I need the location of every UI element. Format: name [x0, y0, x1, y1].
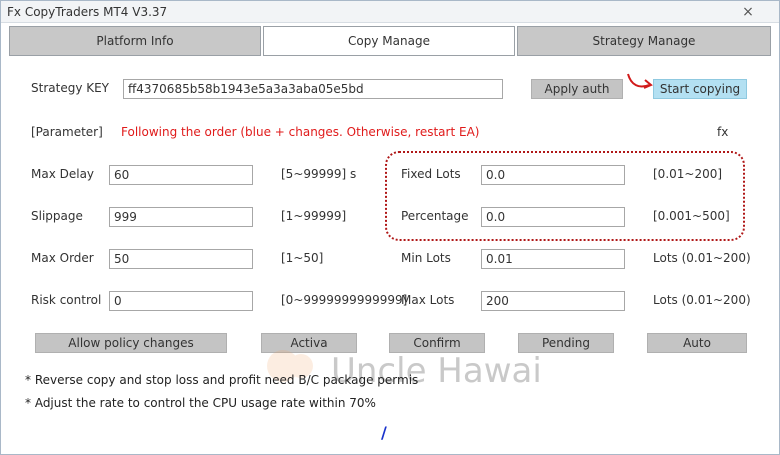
max-lots-input[interactable]: 200 — [481, 291, 625, 311]
max-order-range: [1~50] — [281, 251, 324, 265]
max-lots-range: Lots (0.01~200) — [653, 293, 751, 307]
slippage-label: Slippage — [31, 209, 83, 223]
fixed-lots-input[interactable]: 0.0 — [481, 165, 625, 185]
app-window: Fx CopyTraders MT4 V3.37 × Platform Info… — [0, 0, 780, 455]
parameter-warning: Following the order (blue + changes. Oth… — [121, 125, 480, 139]
tab-strategy-manage[interactable]: Strategy Manage — [517, 26, 771, 56]
apply-auth-button[interactable]: Apply auth — [531, 79, 623, 99]
max-lots-label: Max Lots — [401, 293, 455, 307]
strategy-key-input[interactable]: ff4370685b58b1943e5a3a3aba05e5bd — [123, 79, 503, 99]
confirm-button[interactable]: Confirm — [389, 333, 485, 353]
auto-button[interactable]: Auto — [647, 333, 747, 353]
pending-button[interactable]: Pending — [518, 333, 614, 353]
min-lots-label: Min Lots — [401, 251, 451, 265]
fx-label: fx — [717, 125, 729, 139]
risk-control-range: [0~9999999999999] — [281, 293, 408, 307]
percentage-label: Percentage — [401, 209, 469, 223]
max-delay-range: [5~99999] s — [281, 167, 357, 181]
min-lots-range: Lots (0.01~200) — [653, 251, 751, 265]
percentage-input[interactable]: 0.0 — [481, 207, 625, 227]
tab-platform-info[interactable]: Platform Info — [9, 26, 261, 56]
tab-copy-manage[interactable]: Copy Manage — [263, 26, 515, 56]
start-copying-button[interactable]: Start copying — [653, 79, 747, 99]
percentage-range: [0.001~500] — [653, 209, 730, 223]
slippage-range: [1~99999] — [281, 209, 347, 223]
window-title: Fx CopyTraders MT4 V3.37 — [7, 5, 168, 19]
max-delay-label: Max Delay — [31, 167, 95, 181]
risk-control-label: Risk control — [31, 293, 102, 307]
parameter-tag: [Parameter] — [31, 125, 103, 139]
note-cpu-rate: * Adjust the rate to control the CPU usa… — [25, 396, 376, 410]
slippage-input[interactable]: 999 — [109, 207, 253, 227]
fixed-lots-label: Fixed Lots — [401, 167, 461, 181]
close-icon[interactable]: × — [739, 3, 757, 21]
min-lots-input[interactable]: 0.01 — [481, 249, 625, 269]
cursor-icon: / — [381, 423, 387, 442]
note-reverse-copy: * Reverse copy and stop loss and profit … — [25, 373, 419, 387]
max-delay-input[interactable]: 60 — [109, 165, 253, 185]
title-bar: Fx CopyTraders MT4 V3.37 × — [1, 1, 779, 23]
max-order-input[interactable]: 50 — [109, 249, 253, 269]
fixed-lots-range: [0.01~200] — [653, 167, 723, 181]
allow-policy-changes-button[interactable]: Allow policy changes — [35, 333, 227, 353]
risk-control-input[interactable]: 0 — [109, 291, 253, 311]
arrow-icon — [627, 73, 653, 89]
strategy-key-label: Strategy KEY — [31, 81, 110, 95]
max-order-label: Max Order — [31, 251, 94, 265]
